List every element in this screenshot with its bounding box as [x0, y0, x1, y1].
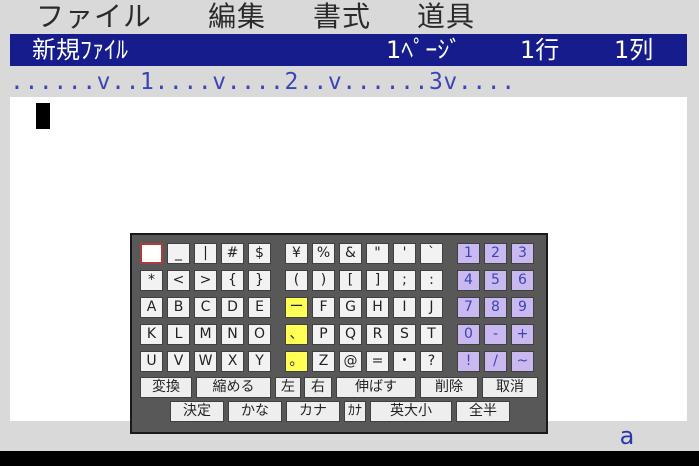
key[interactable]: H — [366, 297, 389, 318]
key[interactable]: 5 — [484, 270, 507, 291]
key[interactable]: ' — [393, 243, 416, 264]
key[interactable]: ー — [285, 297, 308, 318]
status-bar: 新規ﾌｧｲﾙ 1ﾍﾟｰｼﾞ 1行 1列 — [10, 34, 687, 66]
key[interactable]: 9 — [511, 297, 534, 318]
function-key[interactable]: ｶﾅ — [344, 401, 366, 422]
menu-file[interactable]: ファイル — [36, 0, 152, 34]
key[interactable]: O — [248, 324, 271, 345]
key[interactable]: M — [194, 324, 217, 345]
function-key[interactable]: かな — [228, 401, 282, 422]
key[interactable]: ) — [312, 270, 335, 291]
key[interactable]: ( — [285, 270, 308, 291]
key[interactable]: ; — [393, 270, 416, 291]
soft-keyboard: _ | # $ ¥% & " ' ` 1 2 3 * < >{} ()[];:4 5 6 A B C D E ー F G H I J 7 8… — [130, 233, 548, 434]
key[interactable]: 4 — [457, 270, 480, 291]
key[interactable]: D — [221, 297, 244, 318]
key[interactable]: V — [167, 351, 190, 372]
key[interactable]: 6 — [511, 270, 534, 291]
function-key[interactable]: 英大小 — [370, 401, 452, 422]
key[interactable]: + — [511, 324, 534, 345]
key[interactable]: I — [393, 297, 416, 318]
key[interactable]: / — [484, 351, 507, 372]
key[interactable]: < — [167, 270, 190, 291]
key[interactable]: 。 — [285, 351, 308, 372]
key[interactable]: Z — [312, 351, 335, 372]
key[interactable]: J — [420, 297, 443, 318]
input-mode-indicator: a — [619, 422, 635, 450]
key[interactable]: B — [167, 297, 190, 318]
key[interactable]: * — [140, 270, 163, 291]
key[interactable]: F — [312, 297, 335, 318]
menu-format[interactable]: 書式 — [313, 0, 371, 34]
column-indicator: 1列 — [614, 36, 654, 64]
key[interactable]: U — [140, 351, 163, 372]
key[interactable]: # — [221, 243, 244, 264]
key[interactable]: @ — [339, 351, 362, 372]
key[interactable]: T — [420, 324, 443, 345]
key[interactable]: S — [393, 324, 416, 345]
key[interactable]: ? — [420, 351, 443, 372]
key[interactable]: " — [366, 243, 389, 264]
function-key[interactable]: 取消 — [482, 377, 538, 398]
key[interactable] — [140, 243, 163, 264]
key[interactable]: _ — [167, 243, 190, 264]
key[interactable]: 8 — [484, 297, 507, 318]
key[interactable]: $ — [248, 243, 271, 264]
key[interactable]: 7 — [457, 297, 480, 318]
key[interactable]: L — [167, 324, 190, 345]
key[interactable]: N — [221, 324, 244, 345]
function-key[interactable]: 縮める — [196, 377, 271, 398]
key[interactable]: > — [194, 270, 217, 291]
function-key[interactable]: 右 — [304, 377, 332, 398]
key[interactable]: ~ — [511, 351, 534, 372]
key[interactable]: } — [248, 270, 271, 291]
key[interactable]: ` — [420, 243, 443, 264]
function-key[interactable]: 決定 — [170, 401, 224, 422]
key[interactable]: 1 — [457, 243, 480, 264]
key[interactable]: G — [339, 297, 362, 318]
function-key[interactable]: 削除 — [420, 377, 478, 398]
line-indicator: 1行 — [520, 36, 560, 64]
function-key[interactable]: 伸ばす — [336, 377, 416, 398]
key[interactable]: ¥ — [285, 243, 308, 264]
text-cursor — [36, 103, 50, 129]
key[interactable]: 、 — [285, 324, 308, 345]
key[interactable]: - — [484, 324, 507, 345]
function-key[interactable]: 左 — [275, 377, 301, 398]
menu-bar: ファイル 編集 書式 道具 — [0, 0, 699, 34]
key[interactable]: Q — [339, 324, 362, 345]
key[interactable]: K — [140, 324, 163, 345]
key[interactable]: & — [339, 243, 362, 264]
key[interactable]: X — [221, 351, 244, 372]
key[interactable]: % — [312, 243, 335, 264]
key[interactable]: : — [420, 270, 443, 291]
key[interactable]: ] — [366, 270, 389, 291]
key[interactable]: 3 — [511, 243, 534, 264]
word-processor-screen: ファイル 編集 書式 道具 新規ﾌｧｲﾙ 1ﾍﾟｰｼﾞ 1行 1列 ......… — [0, 0, 699, 466]
key[interactable]: = — [366, 351, 389, 372]
key[interactable]: ! — [457, 351, 480, 372]
key[interactable]: [ — [339, 270, 362, 291]
screen-border — [0, 451, 699, 466]
key[interactable]: P — [312, 324, 335, 345]
key[interactable]: 0 — [457, 324, 480, 345]
function-key[interactable]: 変換 — [140, 377, 192, 398]
function-key[interactable]: 全半 — [456, 401, 510, 422]
key[interactable]: 2 — [484, 243, 507, 264]
key[interactable]: C — [194, 297, 217, 318]
ruler: ......v..1....v....2..v......3v.... — [10, 69, 687, 95]
key[interactable]: Y — [248, 351, 271, 372]
key[interactable]: | — [194, 243, 217, 264]
menu-edit[interactable]: 編集 — [208, 0, 266, 34]
document-name: 新規ﾌｧｲﾙ — [32, 36, 128, 64]
key[interactable]: R — [366, 324, 389, 345]
key[interactable]: ・ — [393, 351, 416, 372]
key[interactable]: A — [140, 297, 163, 318]
key[interactable]: { — [221, 270, 244, 291]
function-key[interactable]: カナ — [286, 401, 340, 422]
menu-tools[interactable]: 道具 — [417, 0, 475, 34]
key[interactable]: E — [248, 297, 271, 318]
key[interactable]: W — [194, 351, 217, 372]
page-indicator: 1ﾍﾟｰｼﾞ — [386, 36, 462, 64]
